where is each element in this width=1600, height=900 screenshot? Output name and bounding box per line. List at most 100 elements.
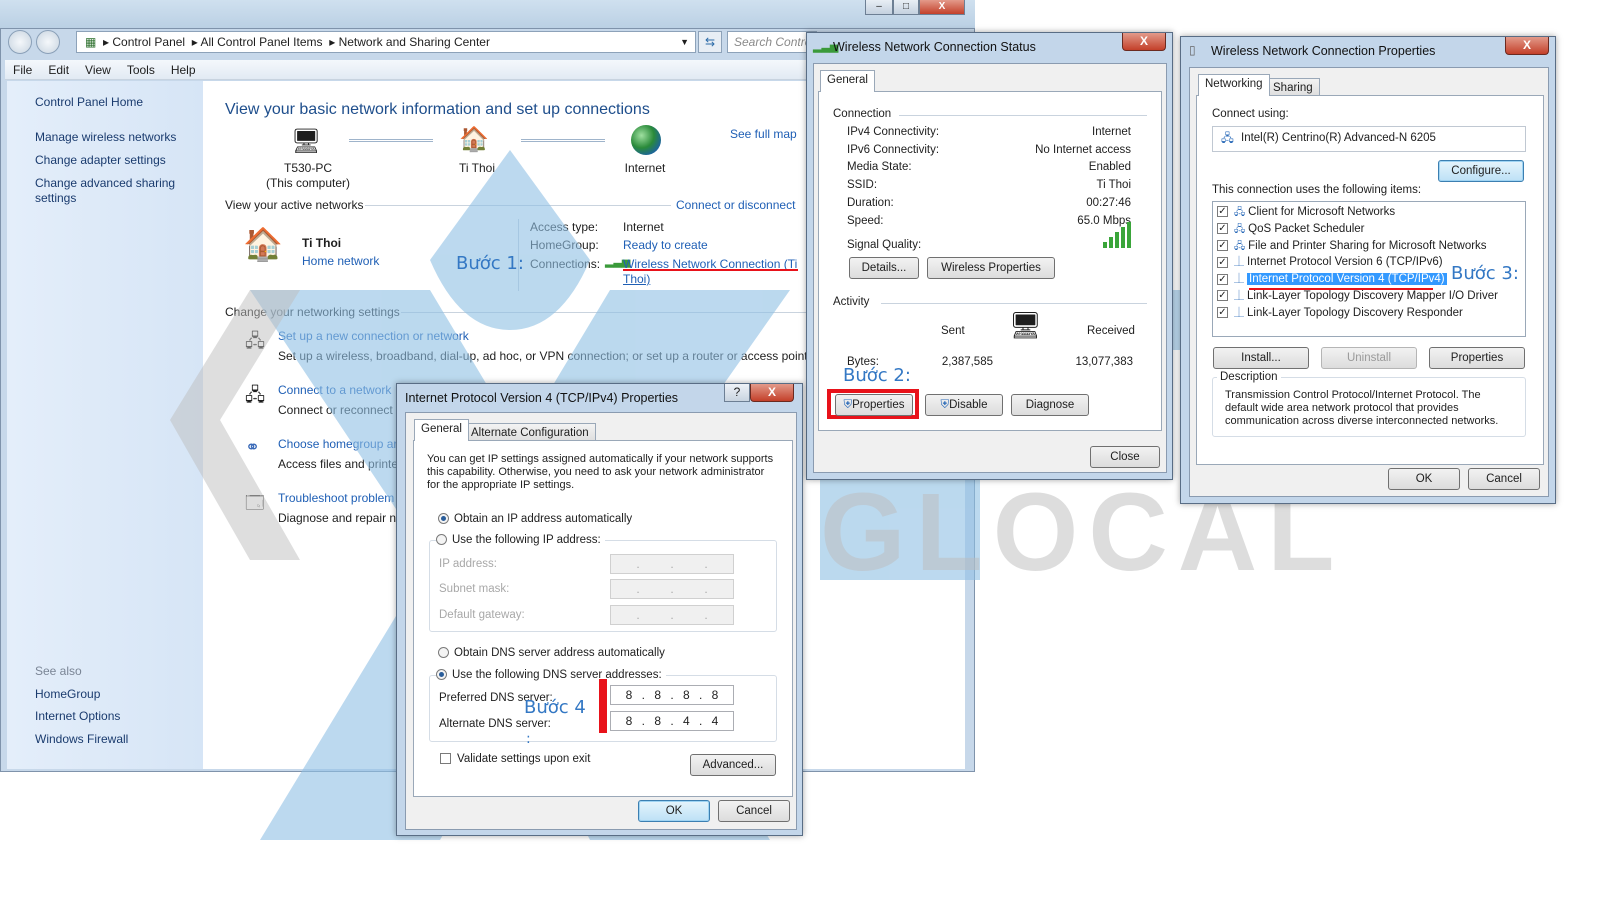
protocol-icon: ⏊ [1234,307,1244,319]
checkbox[interactable]: ✓ [1217,290,1228,302]
wireless-connection-link[interactable]: Wireless Network Connection (Ti Thoi) [623,257,798,287]
checkbox[interactable] [440,753,451,765]
tab-general[interactable]: General [414,419,469,441]
maximize-button[interactable]: □ [893,0,919,15]
checkbox[interactable]: ✓ [1217,240,1228,252]
refresh-icon[interactable]: ⇆ [698,31,722,53]
list-item[interactable]: ✓ 🖧 Client for Microsoft Networks [1217,205,1395,220]
list-item-label: Link-Layer Topology Discovery Mapper I/O… [1247,290,1498,302]
list-item[interactable]: ✓ 🖧 QoS Packet Scheduler [1217,222,1365,237]
connect-disconnect-link[interactable]: Connect or disconnect [676,198,795,212]
checkbox[interactable]: ✓ [1217,273,1228,285]
alternate-dns-field[interactable]: 8.8.4.4 [610,711,734,731]
item-properties-button[interactable]: Properties [1429,347,1525,369]
details-button[interactable]: Details... [849,257,919,279]
install-button[interactable]: Install... [1213,347,1309,369]
sidebar-advanced-sharing[interactable]: Change advanced sharing settings [35,176,185,206]
breadcrumb-control-panel[interactable]: Control Panel [112,35,185,49]
sidebar-control-panel-home[interactable]: Control Panel Home [35,95,195,110]
sidebar-homegroup[interactable]: HomeGroup [35,687,195,702]
sidebar-internet-options[interactable]: Internet Options [35,709,195,724]
step1-annotation: Bước 1: [456,253,524,274]
checkbox[interactable]: ✓ [1217,206,1228,218]
map-network: Ti Thoi [458,161,495,175]
homegroup-icon: ⚭ [245,437,261,457]
properties-button[interactable]: ⛨Properties [835,394,913,416]
menu-help[interactable]: Help [163,60,204,80]
tab-sharing[interactable]: Sharing [1266,78,1320,96]
wireless-properties-button[interactable]: Wireless Properties [927,257,1055,279]
menu-view[interactable]: View [77,60,119,80]
minimize-button[interactable]: – [865,0,893,15]
computer-name: T530-PC [283,161,333,175]
chevron-down-icon[interactable]: ▼ [680,32,689,52]
home-network-icon: 🏠 [243,226,283,262]
uninstall-button[interactable]: Uninstall [1321,347,1417,369]
activity-label: Activity [833,296,870,308]
description-label: Description [1217,371,1281,383]
diagnose-button[interactable]: Diagnose [1011,394,1089,416]
tab-general[interactable]: General [820,70,875,92]
tab-alternate-configuration[interactable]: Alternate Configuration [464,423,596,441]
menu-tools[interactable]: Tools [119,60,163,80]
cancel-button[interactable]: Cancel [1468,468,1540,490]
close-icon[interactable]: X [1122,33,1166,51]
list-item[interactable]: ✓ ⏊ Link-Layer Topology Discovery Responde… [1217,306,1463,321]
list-item[interactable]: ✓ ⏊ Link-Layer Topology Discovery Mapper I… [1217,289,1498,304]
subnet-mask-field[interactable]: ... [610,579,734,599]
advanced-button[interactable]: Advanced... [690,754,776,776]
ok-button[interactable]: OK [1388,468,1460,490]
list-item[interactable]: ✓ 🖧 File and Printer Sharing for Microsoft… [1217,239,1487,254]
bytes-received: 13,077,383 [1075,356,1133,368]
validate-checkbox[interactable]: Validate settings upon exit [440,753,590,765]
use-dns-radio[interactable]: Use the following DNS server addresses: [436,669,666,681]
sidebar-windows-firewall[interactable]: Windows Firewall [35,732,195,747]
configure-button[interactable]: Configure... [1438,160,1524,182]
checkbox[interactable]: ✓ [1217,223,1228,235]
radio-unselected[interactable] [436,534,447,546]
cancel-button[interactable]: Cancel [718,800,790,822]
list-item[interactable]: ✓ ⏊ Internet Protocol Version 4 (TCP/IPv4) [1217,272,1447,287]
radio-unselected[interactable] [438,647,449,659]
forward-button[interactable] [36,30,60,54]
homegroup-link[interactable]: Ready to create [623,238,708,252]
checkbox[interactable]: ✓ [1217,307,1228,319]
task-link-new-connection[interactable]: Set up a new connection or network [278,329,469,343]
close-button[interactable]: X [919,0,965,15]
list-item-label: Internet Protocol Version 6 (TCP/IPv6) [1247,256,1443,269]
preferred-dns-field[interactable]: 8.8.8.8 [610,685,734,705]
ip-address-field[interactable]: ... [610,554,734,574]
tab-networking[interactable]: Networking [1198,74,1270,96]
help-button[interactable]: ? [724,384,750,402]
menu-file[interactable]: File [5,60,40,80]
radio-selected[interactable] [436,669,447,681]
task-link-troubleshoot[interactable]: Troubleshoot problem [278,491,394,505]
disable-button[interactable]: ⛨Disable [925,394,1003,416]
close-icon[interactable]: X [750,384,794,402]
default-gateway-field[interactable]: ... [610,605,734,625]
checkbox[interactable]: ✓ [1217,256,1228,268]
obtain-dns-auto-radio[interactable]: Obtain DNS server address automatically [438,647,665,659]
task-link-homegroup[interactable]: Choose homegroup ar [278,437,397,451]
close-button[interactable]: Close [1090,446,1160,468]
page-title: View your basic network information and … [225,101,650,118]
close-icon[interactable]: X [1505,37,1549,55]
sidebar-change-adapter[interactable]: Change adapter settings [35,153,195,168]
search-input[interactable]: Search Control Panel [727,31,817,53]
obtain-ip-auto-radio[interactable]: Obtain an IP address automatically [438,513,632,525]
list-item[interactable]: ✓ ⏊ Internet Protocol Version 6 (TCP/IPv6) [1217,255,1443,270]
ok-button[interactable]: OK [638,800,710,822]
home-network-link[interactable]: Home network [302,254,379,268]
breadcrumb-all-items[interactable]: All Control Panel Items [200,35,322,49]
signal-bar [1127,222,1131,248]
task-link-connect[interactable]: Connect to a network [278,383,391,397]
divider [881,303,1147,304]
use-ip-radio[interactable]: Use the following IP address: [436,534,605,546]
see-full-map-link[interactable]: See full map [730,127,797,141]
sidebar-manage-wireless[interactable]: Manage wireless networks [35,130,195,145]
radio-selected[interactable] [438,513,449,525]
address-bar[interactable]: ▦ ▸ Control Panel ▸ All Control Panel It… [76,31,696,53]
breadcrumb-network-sharing[interactable]: Network and Sharing Center [339,35,490,49]
menu-edit[interactable]: Edit [40,60,77,80]
back-button[interactable] [8,30,32,54]
